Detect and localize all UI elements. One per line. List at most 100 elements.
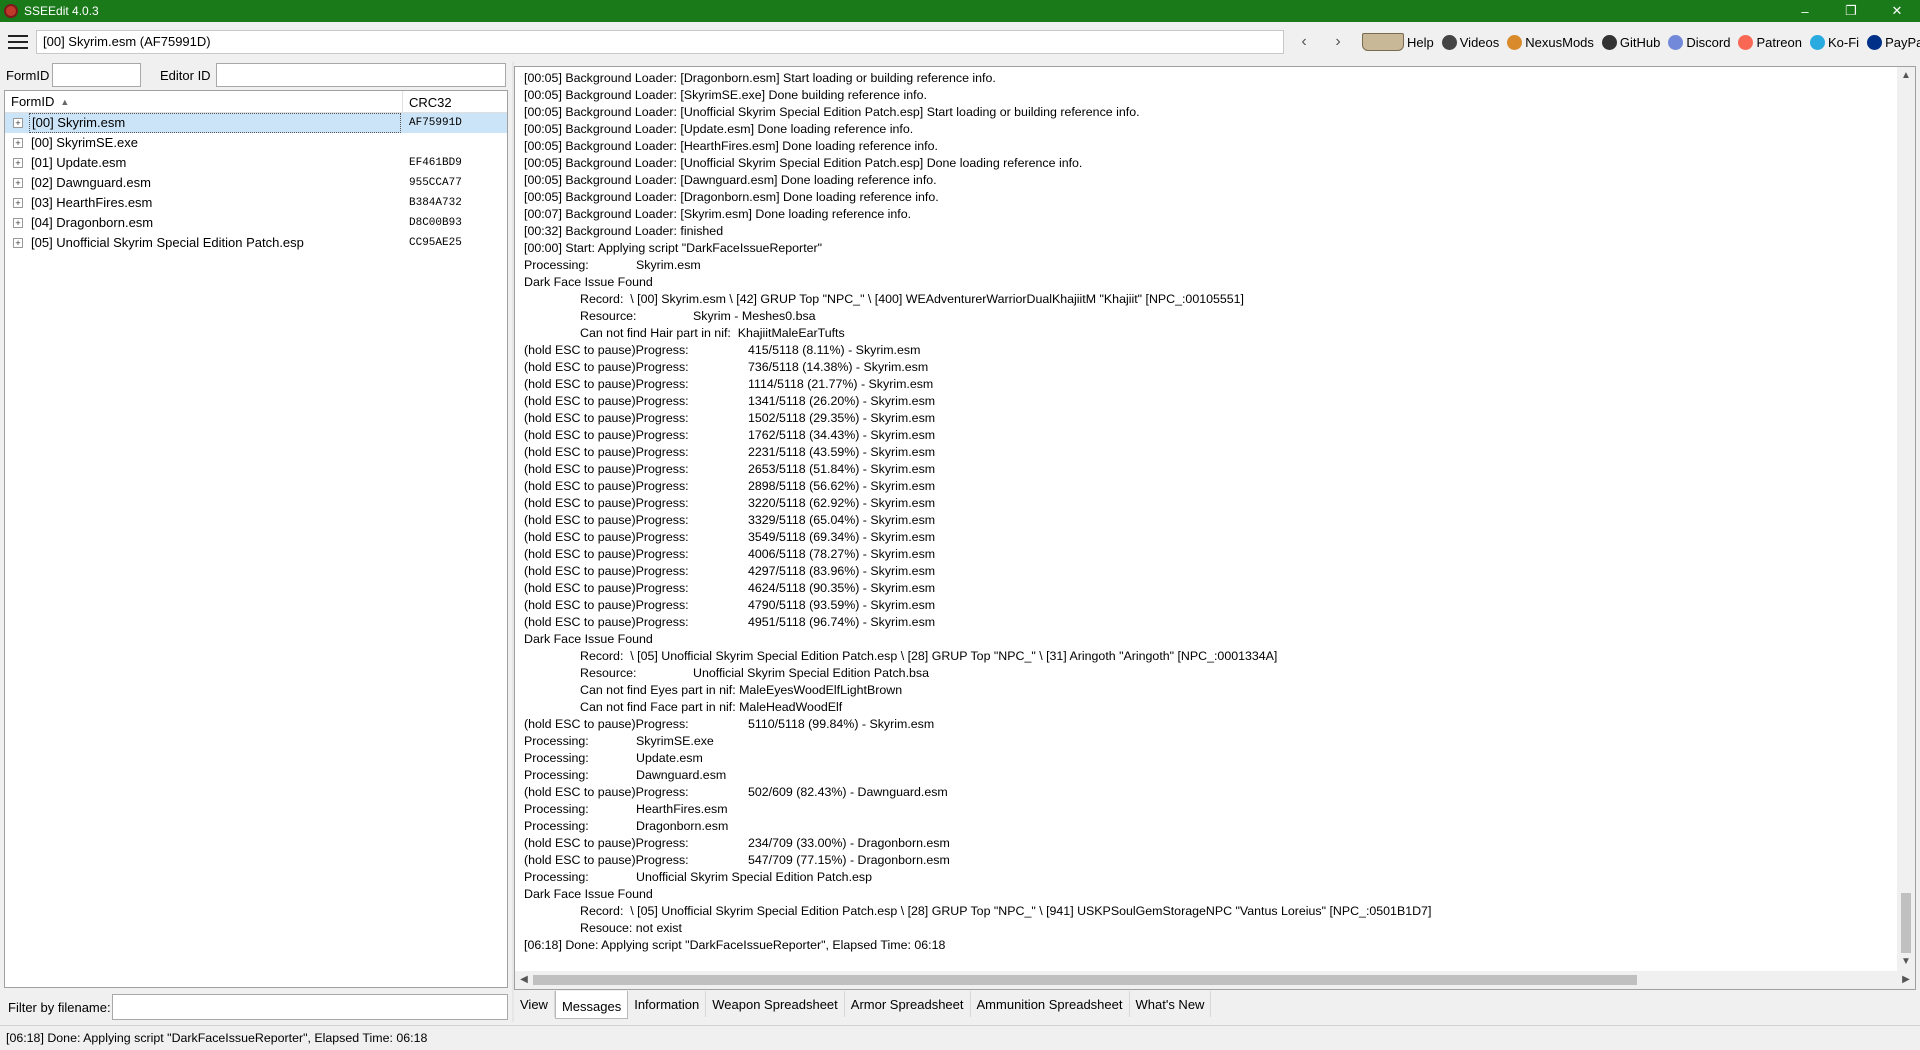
restore-button[interactable]: ❐ (1828, 0, 1874, 22)
progress-value: 4006/5118 (78.27%) - Skyrim.esm (748, 547, 936, 561)
video-icon (1441, 34, 1457, 50)
formid-column-header[interactable]: FormID ▲ (5, 91, 403, 112)
tree-row[interactable]: + [01] Update.esm EF461BD9 (5, 153, 507, 173)
message-text: [00:32] Background Loader: finished (524, 224, 724, 238)
horizontal-scroll-thumb[interactable] (533, 975, 1637, 985)
minimize-button[interactable]: – (1782, 0, 1828, 22)
tree-row[interactable]: + [03] HearthFires.esm B384A732 (5, 193, 507, 213)
progress-value: 3549/5118 (69.34%) - Skyrim.esm (748, 530, 936, 544)
expand-icon[interactable]: + (13, 138, 23, 148)
tree-row[interactable]: + [00] Skyrim.esm AF75991D (5, 113, 507, 133)
message-value: Skyrim.esm (636, 258, 701, 272)
message-line: Resource: Skyrim - Meshes0.bsa (524, 308, 1884, 325)
progress-label: (hold ESC to pause)Progress: (524, 853, 689, 867)
tab-information[interactable]: Information (628, 991, 707, 1017)
message-text: [00:05] Background Loader: [Dragonborn.e… (524, 71, 996, 85)
message-text: Can not find Face part in nif: MaleHeadW… (580, 700, 843, 714)
tree-rows: + [00] Skyrim.esm AF75991D + [00] SkyrimSE.e… (5, 113, 507, 253)
message-line: [00:05] Background Loader: [Dragonborn.e… (524, 189, 1884, 206)
message-line: Dark Face Issue Found (524, 274, 1884, 291)
message-line: Record: \ [05] Unofficial Skyrim Special… (524, 903, 1884, 920)
status-bar: [06:18] Done: Applying script "DarkFaceI… (0, 1025, 1920, 1050)
message-line: Processing: Unofficial Skyrim Special Edi… (524, 869, 1884, 886)
tab-ammunition-spreadsheet[interactable]: Ammunition Spreadsheet (971, 991, 1130, 1017)
expand-icon[interactable]: + (13, 238, 23, 248)
link-label: NexusMods (1525, 34, 1594, 50)
link-help[interactable]: Help (1362, 33, 1434, 51)
plugin-crc: B384A732 (409, 197, 462, 209)
link-patreon[interactable]: Patreon (1738, 34, 1802, 50)
paypal-icon (1867, 34, 1883, 50)
expand-icon[interactable]: + (13, 218, 23, 228)
formid-column-label: FormID (11, 94, 55, 109)
tree-row[interactable]: + [02] Dawnguard.esm 955CCA77 (5, 173, 507, 193)
progress-label: (hold ESC to pause)Progress: (524, 581, 689, 595)
scroll-right-icon[interactable]: ▶ (1897, 971, 1915, 989)
message-text: [00:00] Start: Applying script "DarkFace… (524, 241, 823, 255)
scroll-down-icon[interactable]: ▼ (1897, 953, 1915, 971)
plugin-name: [00] Skyrim.esm (29, 113, 401, 133)
message-value: SkyrimSE.exe (636, 734, 714, 748)
plugin-crc: EF461BD9 (409, 157, 462, 169)
link-nexusmods[interactable]: NexusMods (1507, 34, 1594, 50)
link-discord[interactable]: Discord (1668, 34, 1731, 50)
back-arrow-icon[interactable]: ‹ (1294, 32, 1314, 52)
scroll-up-icon[interactable]: ▲ (1897, 67, 1915, 85)
progress-value: 2231/5118 (43.59%) - Skyrim.esm (748, 445, 936, 459)
message-text: [00:05] Background Loader: [HearthFires.… (524, 139, 938, 153)
message-line: (hold ESC to pause)Progress: 3220/5118 (6… (524, 495, 1884, 512)
message-line: (hold ESC to pause)Progress: 234/709 (33.… (524, 835, 1884, 852)
message-value: Dragonborn.esm (636, 819, 729, 833)
forward-arrow-icon[interactable]: › (1328, 32, 1348, 52)
tree-row[interactable]: + [00] SkyrimSE.exe (5, 133, 507, 153)
progress-label: (hold ESC to pause)Progress: (524, 377, 689, 391)
message-text: [00:07] Background Loader: [Skyrim.esm] … (524, 207, 912, 221)
tab-what-s-new[interactable]: What's New (1130, 991, 1212, 1017)
message-line: (hold ESC to pause)Progress: 5110/5118 (9… (524, 716, 1884, 733)
progress-value: 2898/5118 (56.62%) - Skyrim.esm (748, 479, 936, 493)
tab-messages[interactable]: Messages (554, 991, 629, 1019)
plugin-crc: CC95AE25 (409, 237, 462, 249)
message-line: [00:07] Background Loader: [Skyrim.esm] … (524, 206, 1884, 223)
scroll-left-icon[interactable]: ◀ (515, 971, 533, 989)
expand-icon[interactable]: + (13, 118, 23, 128)
message-value: Update.esm (636, 751, 703, 765)
expand-icon[interactable]: + (13, 178, 23, 188)
expand-icon[interactable]: + (13, 198, 23, 208)
plugin-tree[interactable]: FormID ▲ CRC32 + [00] Skyrim.esm AF75991D +… (4, 90, 508, 988)
message-line: (hold ESC to pause)Progress: 2231/5118 (4… (524, 444, 1884, 461)
message-line: (hold ESC to pause)Progress: 736/5118 (14… (524, 359, 1884, 376)
plugin-name: [04] Dragonborn.esm (31, 215, 154, 230)
link-paypal[interactable]: PayPal (1867, 34, 1920, 50)
message-text: [00:05] Background Loader: [SkyrimSE.exe… (524, 88, 927, 102)
message-line: (hold ESC to pause)Progress: 1341/5118 (2… (524, 393, 1884, 410)
horizontal-scrollbar[interactable]: ◀ ▶ (515, 971, 1915, 989)
messages-panel[interactable]: [00:05] Background Loader: [Dragonborn.e… (514, 66, 1916, 990)
link-github[interactable]: GitHub (1601, 34, 1661, 50)
link-label: GitHub (1619, 34, 1661, 50)
progress-value: 4951/5118 (96.74%) - Skyrim.esm (748, 615, 936, 629)
window-title: SSEEdit 4.0.3 (24, 4, 99, 18)
tab-view[interactable]: View (514, 991, 555, 1017)
message-line: (hold ESC to pause)Progress: 2898/5118 (5… (524, 478, 1884, 495)
link-ko-fi[interactable]: Ko-Fi (1810, 34, 1859, 50)
vertical-scrollbar[interactable]: ▲ ▼ (1897, 67, 1915, 971)
tab-weapon-spreadsheet[interactable]: Weapon Spreadsheet (706, 991, 845, 1017)
main-menu-icon[interactable] (8, 35, 28, 49)
link-label: Discord (1686, 34, 1731, 50)
formid-input[interactable] (52, 63, 141, 87)
vertical-scroll-thumb[interactable] (1901, 893, 1911, 953)
progress-value: 1502/5118 (29.35%) - Skyrim.esm (748, 411, 936, 425)
message-label: Processing: (524, 751, 589, 765)
filter-input[interactable] (112, 994, 508, 1020)
close-button[interactable]: ✕ (1874, 0, 1920, 22)
title-bar: SSEEdit 4.0.3 – ❐ ✕ (0, 0, 1920, 22)
tree-row[interactable]: + [04] Dragonborn.esm D8C00B93 (5, 213, 507, 233)
editorid-input[interactable] (216, 63, 506, 87)
tree-row[interactable]: + [05] Unofficial Skyrim Special Edition … (5, 233, 507, 253)
expand-icon[interactable]: + (13, 158, 23, 168)
record-path-field[interactable]: [00] Skyrim.esm (AF75991D) (36, 30, 1284, 54)
tab-armor-spreadsheet[interactable]: Armor Spreadsheet (845, 991, 971, 1017)
link-videos[interactable]: Videos (1441, 34, 1499, 50)
crc32-column-header[interactable]: CRC32 (403, 91, 458, 112)
